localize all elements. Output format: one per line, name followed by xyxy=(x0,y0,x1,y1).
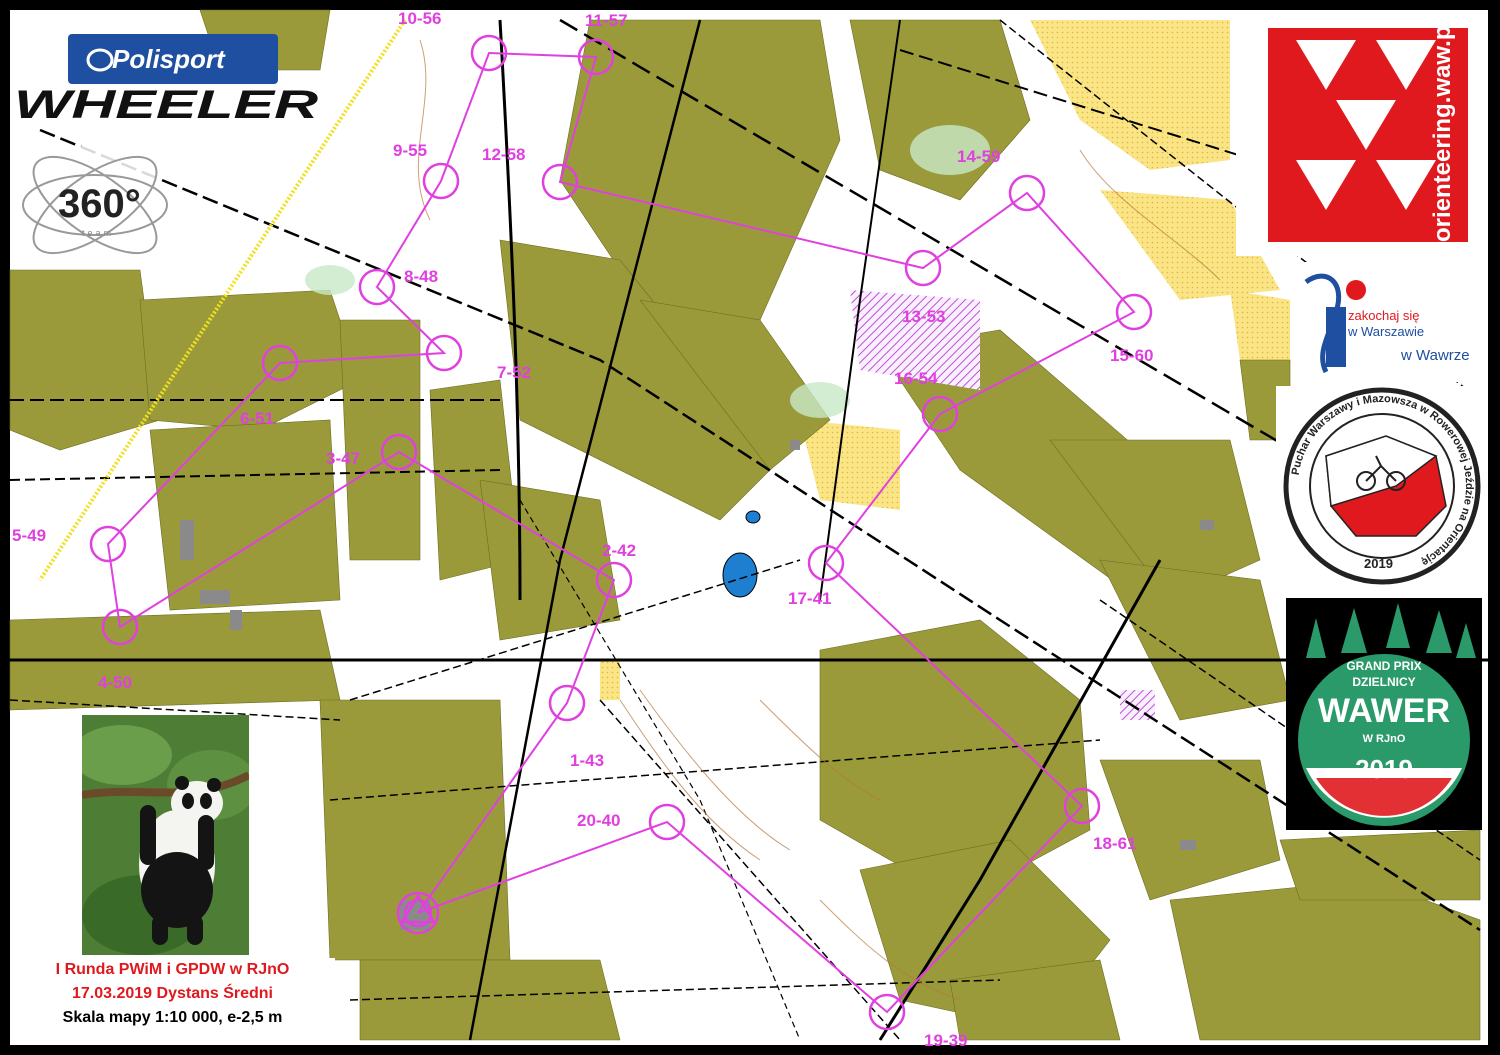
zakochaj-logo: zakochaj się w Warszawie w Wawrze xyxy=(1296,262,1488,382)
control-label: 16-54 xyxy=(894,369,938,388)
control-label: 17-41 xyxy=(788,589,831,608)
control-label: 10-56 xyxy=(398,9,441,28)
control-label: 15-60 xyxy=(1110,346,1153,365)
control-label: 14-59 xyxy=(957,147,1000,166)
control-label: 8-48 xyxy=(404,267,438,286)
control-label: 2-42 xyxy=(602,541,636,560)
control-label: 18-61 xyxy=(1093,834,1136,853)
svg-text:GRAND PRIX: GRAND PRIX xyxy=(1346,659,1421,673)
svg-text:team: team xyxy=(82,228,114,238)
svg-text:2019: 2019 xyxy=(1355,754,1413,784)
panda-photo xyxy=(82,715,249,955)
control-label: 12-58 xyxy=(482,145,525,164)
control-label: 20-40 xyxy=(577,811,620,830)
event-date: 17.03.2019 Dystans Średni xyxy=(71,985,273,1002)
control-label: 5-49 xyxy=(12,526,46,545)
control-label: 9-55 xyxy=(393,141,427,160)
control-label: 13-53 xyxy=(902,307,945,326)
control-label: 6-51 xyxy=(240,409,274,428)
svg-text:w Wawrze: w Wawrze xyxy=(1400,347,1470,364)
control-label: 19-39 xyxy=(924,1031,967,1050)
event-title: I Runda PWiM i GPDW w RJnO xyxy=(55,961,290,978)
svg-text:2019: 2019 xyxy=(1364,556,1393,571)
map-caption: I Runda PWiM i GPDW w RJnO 17.03.2019 Dy… xyxy=(10,958,335,1030)
team360-logo: 360° team xyxy=(22,145,168,265)
svg-text:WAWER: WAWER xyxy=(1318,692,1450,730)
polisport-logo: Polisport xyxy=(68,34,278,84)
control-label: 1-43 xyxy=(570,751,604,770)
puchar-logo: Puchar Warszawy i Mazowsza w Rowerowej J… xyxy=(1276,386,1488,591)
svg-text:Polisport: Polisport xyxy=(112,44,226,74)
control-label: 4-50 xyxy=(98,673,132,692)
wheeler-logo: WHEELER xyxy=(14,83,318,127)
svg-text:DZIELNICY: DZIELNICY xyxy=(1352,675,1415,689)
svg-text:zakochaj się: zakochaj się xyxy=(1348,308,1420,323)
control-label: 11-57 xyxy=(585,11,628,30)
grand-prix-logo: GRAND PRIX DZIELNICY WAWER W RJnO 2019 xyxy=(1286,598,1482,830)
control-label: 7-52 xyxy=(497,363,531,382)
map-scale: Skala mapy 1:10 000, e-2,5 m xyxy=(62,1009,283,1026)
orienteering-logo: orienteering.waw.pl xyxy=(1236,10,1488,256)
svg-text:360°: 360° xyxy=(58,182,141,226)
control-label: 3-47 xyxy=(326,449,360,468)
svg-text:orienteering.waw.pl: orienteering.waw.pl xyxy=(1429,19,1456,242)
svg-text:w Warszawie: w Warszawie xyxy=(1347,324,1424,339)
svg-text:W RJnO: W RJnO xyxy=(1363,733,1406,745)
